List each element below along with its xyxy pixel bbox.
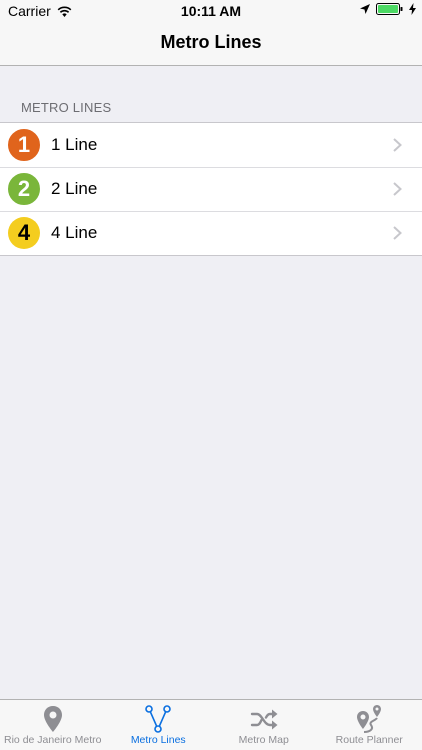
line-badge: 1 (8, 129, 40, 161)
route-pins-icon (357, 705, 382, 733)
chevron-right-icon (393, 138, 402, 152)
page-title: Metro Lines (160, 32, 262, 52)
section-header: METRO LINES (21, 100, 112, 115)
metro-lines-list: 1 1 Line 2 2 Line 4 4 Line (0, 122, 422, 256)
line-label: 4 Line (51, 223, 98, 242)
status-bar: Carrier 10:11 AM (0, 0, 422, 22)
tab-bar: Rio de Janeiro Metro Metro Lines Metro M… (0, 699, 422, 750)
tab-rio-de-janeiro-metro[interactable]: Rio de Janeiro Metro (0, 700, 106, 750)
chevron-right-icon (393, 182, 402, 196)
shuffle-icon (250, 709, 278, 730)
location-arrow-icon (360, 4, 370, 14)
metro-lines-icon (145, 705, 172, 733)
chevron-right-icon (393, 226, 402, 240)
line-label: 2 Line (51, 179, 98, 198)
line-label: 1 Line (51, 135, 98, 154)
list-item-line-4[interactable]: 4 4 Line (0, 211, 422, 255)
charging-bolt-icon (409, 3, 416, 15)
line-badge: 2 (8, 173, 40, 205)
tab-label: Rio de Janeiro Metro (4, 734, 102, 746)
line-badge: 4 (8, 217, 40, 249)
list-item-line-1[interactable]: 1 1 Line (0, 123, 422, 167)
list-item-line-2[interactable]: 2 2 Line (0, 167, 422, 211)
map-pin-icon (43, 706, 62, 732)
battery-icon (376, 3, 403, 15)
status-right (360, 3, 416, 15)
tab-label: Metro Lines (130, 734, 186, 746)
tab-label: Metro Map (238, 734, 289, 746)
tab-metro-map[interactable]: Metro Map (211, 700, 317, 750)
navigation-bar: Metro Lines (0, 22, 422, 66)
tab-metro-lines[interactable]: Metro Lines (106, 700, 212, 750)
tab-route-planner[interactable]: Route Planner (317, 700, 422, 750)
tab-label: Route Planner (335, 734, 403, 746)
status-time: 10:11 AM (180, 3, 242, 19)
